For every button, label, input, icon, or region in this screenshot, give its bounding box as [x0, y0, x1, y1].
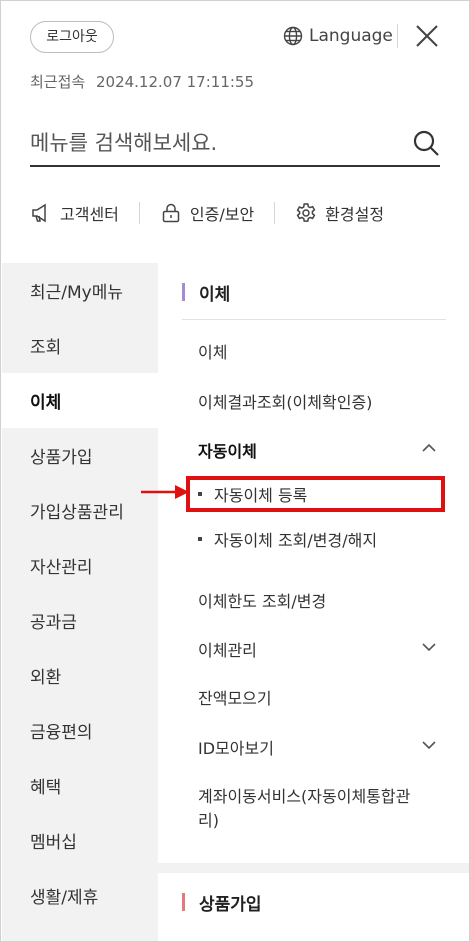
- category-item-inquiry[interactable]: 조회: [2, 318, 158, 373]
- category-item-my-products[interactable]: 가입상품관리: [2, 483, 158, 538]
- customer-center-button[interactable]: 고객센터: [30, 201, 119, 225]
- transfer-menu-panel: 이체 이체 이체결과조회(이체확인증) 자동이체 자동이체 등록 자동이체 조회…: [158, 263, 469, 863]
- submenu-label: 자동이체 조회/변경/해지: [214, 531, 378, 550]
- quick-divider: [138, 202, 140, 224]
- category-item-finance-convenience[interactable]: 금융편의: [2, 703, 158, 758]
- menu-item-transfer-result[interactable]: 이체결과조회(이체확인증): [198, 389, 372, 413]
- search-bar: [30, 119, 440, 167]
- submenu-item-auto-transfer-manage[interactable]: 자동이체 조회/변경/해지: [198, 527, 377, 551]
- arrow-icon: [141, 485, 189, 499]
- gear-icon: [296, 203, 316, 222]
- language-label: Language: [309, 26, 393, 46]
- chevron-down-icon[interactable]: [420, 736, 438, 754]
- quick-menu: 고객센터 인증/보안 환경설정: [30, 197, 442, 229]
- header-divider: [397, 24, 398, 48]
- menu-item-label-line1: 계좌이동서비스(자동이체통합관: [198, 787, 411, 806]
- category-item-life[interactable]: 생활/제휴: [2, 868, 158, 923]
- menu-item-balance-gather[interactable]: 잔액모으기: [198, 685, 272, 709]
- close-icon[interactable]: [413, 22, 441, 50]
- bullet: [198, 537, 202, 541]
- section-title: 이체: [182, 281, 231, 305]
- highlight-box: [186, 476, 445, 512]
- search-input[interactable]: [30, 125, 390, 161]
- settings-button[interactable]: 환경설정: [295, 201, 384, 225]
- category-item-benefits[interactable]: 혜택: [2, 758, 158, 813]
- menu-item-label-line2: 리): [198, 811, 219, 830]
- last-login-label: 최근접속: [30, 73, 86, 91]
- category-sidebar: 최근/My메뉴 조회 이체 상품가입 가입상품관리 자산관리 공과금 외환 금융…: [2, 263, 158, 941]
- logout-button[interactable]: 로그아웃: [30, 21, 114, 53]
- last-login: 최근접속 2024.12.07 17:11:55: [30, 71, 254, 92]
- menu-item-auto-transfer[interactable]: 자동이체: [198, 438, 257, 462]
- category-item-transfer[interactable]: 이체: [2, 373, 158, 428]
- quick-divider: [274, 202, 276, 224]
- lock-icon: [162, 203, 180, 223]
- search-icon[interactable]: [412, 129, 440, 157]
- menu-item-id-view[interactable]: ID모아보기: [198, 735, 274, 759]
- category-item-membership[interactable]: 멤버십: [2, 813, 158, 868]
- globe-icon: [283, 26, 303, 46]
- category-item-recent[interactable]: 최근/My메뉴: [2, 263, 158, 318]
- menu-item-account-switch[interactable]: 계좌이동서비스(자동이체통합관 리): [198, 785, 410, 833]
- chevron-up-icon[interactable]: [420, 439, 438, 457]
- last-login-value: 2024.12.07 17:11:55: [95, 73, 255, 91]
- menu-item-transfer-manage[interactable]: 이체관리: [198, 637, 257, 661]
- category-item-utilities[interactable]: 공과금: [2, 593, 158, 648]
- category-item-forex[interactable]: 외환: [2, 648, 158, 703]
- section-title-text: 상품가입: [199, 894, 262, 915]
- category-item-products[interactable]: 상품가입: [2, 428, 158, 483]
- settings-label: 환경설정: [325, 205, 385, 224]
- section-divider: [182, 319, 446, 320]
- section-accent-bar: [182, 283, 185, 301]
- section-title: 상품가입: [182, 891, 262, 915]
- megaphone-icon: [32, 203, 46, 223]
- chevron-down-icon[interactable]: [420, 638, 438, 656]
- menu-item-transfer-limit[interactable]: 이체한도 조회/변경: [198, 588, 326, 612]
- menu-item-transfer[interactable]: 이체: [198, 339, 227, 363]
- section-accent-bar: [182, 893, 185, 911]
- auth-security-button[interactable]: 인증/보안: [160, 201, 254, 225]
- customer-center-label: 고객센터: [60, 205, 119, 224]
- auth-security-label: 인증/보안: [189, 205, 255, 224]
- category-item-assets[interactable]: 자산관리: [2, 538, 158, 593]
- language-button[interactable]: Language: [283, 23, 393, 49]
- section-title-text: 이체: [199, 284, 231, 305]
- menu-screen: 로그아웃 Language 최근접속 2024.12.07 17:11:55 고…: [0, 0, 470, 942]
- product-menu-panel: 상품가입: [158, 873, 469, 941]
